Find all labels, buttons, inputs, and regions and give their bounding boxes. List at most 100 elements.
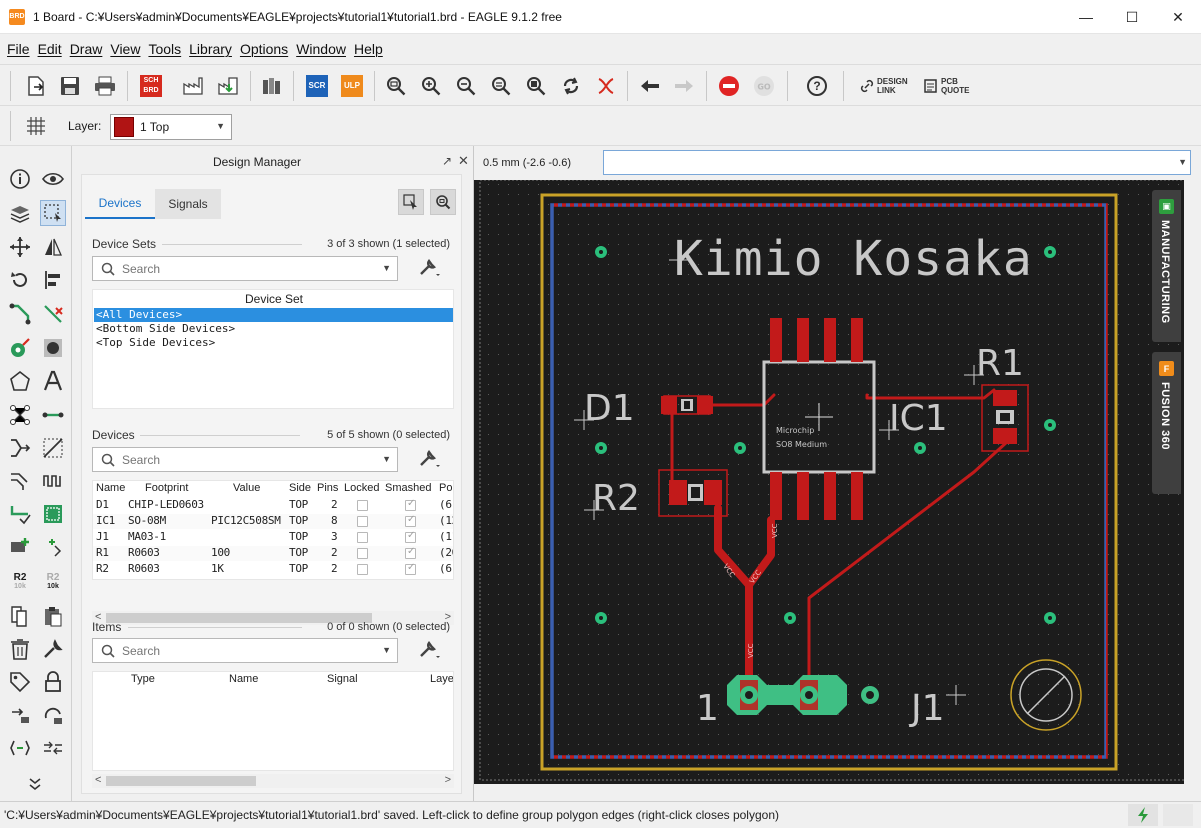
rotate-tool[interactable] bbox=[7, 267, 33, 293]
mirror-tool[interactable] bbox=[40, 234, 66, 260]
smashed-checkbox[interactable] bbox=[405, 530, 416, 543]
zoom-out-button[interactable] bbox=[452, 72, 480, 100]
items-options-button[interactable] bbox=[416, 637, 444, 663]
status-go-button[interactable] bbox=[1128, 804, 1158, 826]
paste-tool[interactable] bbox=[40, 603, 66, 629]
optimize-tool[interactable] bbox=[7, 735, 33, 761]
zoom-fit-button[interactable] bbox=[382, 72, 410, 100]
canvas-horizontal-scrollbar[interactable] bbox=[474, 784, 1201, 801]
canvas-vertical-scrollbar[interactable] bbox=[1184, 180, 1201, 784]
meander-tool[interactable] bbox=[40, 468, 66, 494]
name-tool[interactable]: R2 10k bbox=[7, 569, 33, 595]
table-row[interactable]: D1 CHIP-LED0603 TOP 2 (6.: bbox=[93, 498, 453, 513]
move-tool[interactable] bbox=[7, 234, 33, 260]
device-sets-options-button[interactable] bbox=[416, 255, 444, 281]
locked-checkbox[interactable] bbox=[357, 532, 368, 543]
slice-tool[interactable] bbox=[40, 735, 66, 761]
via-tool[interactable] bbox=[7, 335, 33, 361]
chevron-down-icon[interactable]: ▼ bbox=[1178, 157, 1187, 167]
menu-help[interactable]: Help bbox=[350, 41, 387, 57]
smashed-checkbox[interactable] bbox=[405, 514, 416, 527]
column-header-locked[interactable]: Locked bbox=[344, 482, 379, 494]
ratsnest-button[interactable] bbox=[592, 72, 620, 100]
menu-edit[interactable]: Edit bbox=[34, 41, 66, 57]
column-header-side[interactable]: Side bbox=[289, 482, 311, 494]
layer-settings-tool[interactable] bbox=[7, 200, 33, 226]
tab-devices[interactable]: Devices bbox=[85, 189, 155, 219]
help-button[interactable]: ? bbox=[803, 72, 831, 100]
menu-view[interactable]: View bbox=[106, 41, 144, 57]
split-tool[interactable] bbox=[7, 435, 33, 461]
column-header-signal[interactable]: Signal bbox=[327, 673, 358, 685]
smashed-checkbox[interactable] bbox=[405, 546, 416, 559]
lock-tool[interactable] bbox=[40, 669, 66, 695]
table-row[interactable]: J1 MA03-1 TOP 3 (11 bbox=[93, 530, 453, 545]
copy-tool[interactable] bbox=[7, 603, 33, 629]
status-stop-button[interactable] bbox=[1163, 804, 1193, 826]
table-row[interactable]: IC1 SO-08M PIC12C508SM TOP 8 (12 bbox=[93, 514, 453, 529]
devices-search[interactable]: ▼ bbox=[92, 447, 398, 472]
undock-icon[interactable]: ↗ bbox=[442, 154, 452, 168]
autorouter-tool[interactable] bbox=[7, 501, 33, 527]
chevron-down-icon[interactable]: ▼ bbox=[382, 263, 391, 273]
menu-draw[interactable]: Draw bbox=[66, 41, 107, 57]
select-in-editor-button[interactable] bbox=[398, 189, 424, 215]
text-tool[interactable] bbox=[40, 368, 66, 394]
sch-brd-switch-button[interactable]: SCH BRD bbox=[137, 72, 165, 100]
menu-tools[interactable]: Tools bbox=[144, 41, 185, 57]
drc-tool[interactable] bbox=[40, 501, 66, 527]
table-row[interactable]: R1 R0603 100 TOP 2 (20 bbox=[93, 546, 453, 561]
manufacturing-tab[interactable]: ▣ MANUFACTURING bbox=[1152, 190, 1181, 342]
locked-checkbox[interactable] bbox=[357, 500, 368, 511]
column-header-name[interactable]: Name bbox=[96, 482, 125, 494]
scrollbar-thumb[interactable] bbox=[106, 776, 256, 786]
menu-file[interactable]: File bbox=[3, 41, 34, 57]
list-item[interactable]: <All Devices> bbox=[94, 308, 453, 322]
devices-search-input[interactable] bbox=[122, 452, 372, 467]
delete-tool[interactable] bbox=[7, 636, 33, 662]
close-window-button[interactable]: ✕ bbox=[1155, 0, 1201, 34]
redo-button[interactable] bbox=[670, 72, 698, 100]
zoom-in-button[interactable] bbox=[417, 72, 445, 100]
list-item[interactable]: <Bottom Side Devices> bbox=[94, 322, 453, 336]
go-button[interactable]: GO bbox=[750, 72, 778, 100]
script-button[interactable]: SCR bbox=[303, 72, 331, 100]
ratsnest-tool[interactable] bbox=[7, 402, 33, 428]
locked-checkbox[interactable] bbox=[357, 564, 368, 575]
ripup-tool[interactable] bbox=[40, 301, 66, 327]
column-header-pins[interactable]: Pins bbox=[317, 482, 338, 494]
show-tool[interactable] bbox=[40, 166, 66, 192]
devices-options-button[interactable] bbox=[416, 446, 444, 472]
signal-tool[interactable] bbox=[40, 402, 66, 428]
library-button[interactable] bbox=[258, 72, 286, 100]
export-button[interactable] bbox=[214, 72, 242, 100]
column-header-name[interactable]: Name bbox=[229, 673, 258, 685]
locked-checkbox[interactable] bbox=[357, 548, 368, 559]
items-search[interactable]: ▼ bbox=[92, 638, 398, 663]
save-button[interactable] bbox=[56, 72, 84, 100]
list-item[interactable]: <Top Side Devices> bbox=[94, 336, 453, 350]
value-tool[interactable]: R2 10k bbox=[40, 569, 66, 595]
column-header-smashed[interactable]: Smashed bbox=[385, 482, 431, 494]
open-button[interactable] bbox=[22, 72, 50, 100]
column-header-footprint[interactable]: Footprint bbox=[145, 482, 188, 494]
add-tool[interactable] bbox=[7, 534, 33, 560]
column-header-value[interactable]: Value bbox=[233, 482, 260, 494]
smashed-checkbox[interactable] bbox=[405, 498, 416, 511]
zoom-to-selection-button[interactable] bbox=[430, 189, 456, 215]
command-line-input[interactable] bbox=[603, 150, 1191, 175]
tab-signals[interactable]: Signals bbox=[155, 189, 221, 219]
cam-processor-button[interactable] bbox=[179, 72, 207, 100]
zoom-area-button[interactable] bbox=[522, 72, 550, 100]
zoom-select-button[interactable] bbox=[487, 72, 515, 100]
close-panel-button[interactable]: ✕ bbox=[458, 153, 469, 169]
align-tool[interactable] bbox=[40, 267, 66, 293]
smashed-checkbox[interactable] bbox=[405, 562, 416, 575]
scroll-right-icon[interactable]: > bbox=[445, 774, 451, 786]
change-tool[interactable] bbox=[40, 636, 66, 662]
fusion-360-tab[interactable]: F FUSION 360 bbox=[1152, 352, 1181, 494]
pcb-quote-button[interactable]: PCB QUOTE bbox=[924, 72, 984, 100]
expand-palette-button[interactable] bbox=[22, 771, 48, 797]
print-button[interactable] bbox=[91, 72, 119, 100]
board-canvas[interactable]: Kimio Kosaka D1 R1 R2 IC1 1 J1 Microchip… bbox=[474, 180, 1201, 801]
